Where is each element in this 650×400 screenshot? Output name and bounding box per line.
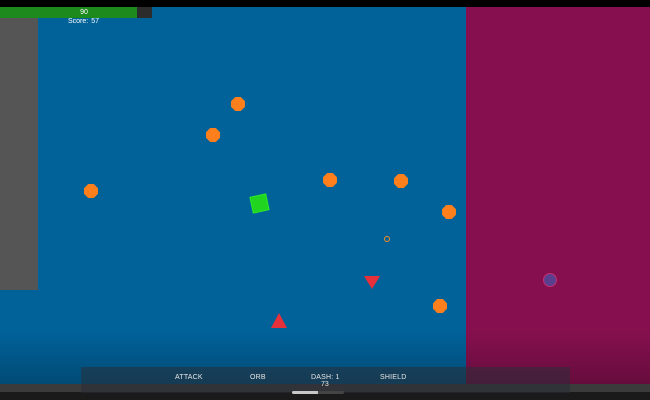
enemy-octagon [84,184,98,198]
round-timer: 73 [321,381,329,388]
progress-bar [292,391,344,394]
left-wall [0,7,38,290]
health-bar: 90 [0,7,152,18]
ability-attack[interactable]: ATTACK [175,374,203,381]
health-value: 90 [80,9,88,16]
enemy-octagon [231,97,245,111]
enemy-octagon [206,128,220,142]
ability-orb[interactable]: ORB [250,374,266,381]
score-label: Score: [68,18,89,25]
ability-dash[interactable]: DASH: 1 [311,374,340,381]
progress-bar-fill [292,391,318,394]
player-square [249,193,270,214]
pickup-ring-icon [384,236,390,242]
ability-shield[interactable]: SHIELD [380,374,407,381]
score-display: Score: 57 [68,18,99,25]
orb-icon [543,273,557,287]
enemy-octagon [394,174,408,188]
top-black-bar [0,0,650,7]
enemy-spike-down [364,276,380,289]
enemy-spike-up [271,313,287,328]
enemy-octagon [442,205,456,219]
hazard-zone [466,7,650,387]
enemy-octagon [323,173,337,187]
score-value: 57 [91,18,100,25]
enemy-octagon [433,299,447,313]
ability-hud: ATTACK ORB DASH: 1 SHIELD 73 [81,367,570,393]
